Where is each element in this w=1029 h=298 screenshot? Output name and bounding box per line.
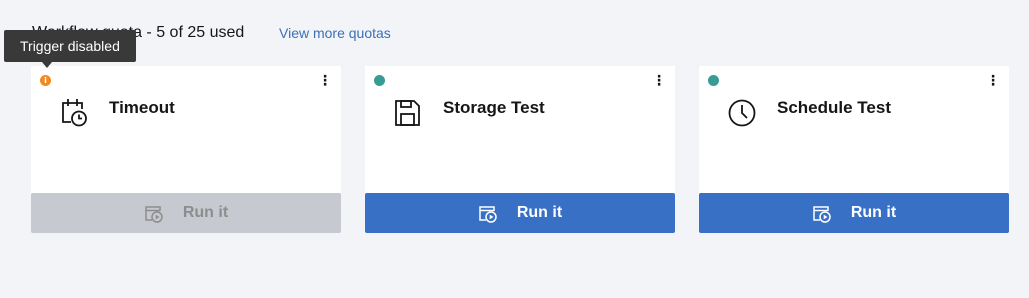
run-workflow-icon — [479, 206, 497, 223]
run-workflow-icon — [145, 206, 163, 223]
view-more-quotas-link[interactable]: View more quotas — [279, 25, 391, 41]
workflow-card-storage-test: ⋮ Storage Test Run it — [365, 66, 675, 233]
run-it-button[interactable]: Run it — [699, 193, 1009, 233]
run-it-label: Run it — [182, 204, 229, 221]
tooltip-text: Trigger disabled — [20, 38, 120, 54]
tooltip-caret — [42, 62, 52, 68]
run-it-button[interactable]: Run it — [365, 193, 675, 233]
card-body: ⋮ Schedule Test — [699, 66, 1009, 193]
status-glyph: i — [44, 75, 47, 85]
run-it-button[interactable]: Run it — [31, 193, 341, 233]
run-workflow-icon — [813, 206, 831, 223]
overflow-menu-icon[interactable]: ⋮ — [651, 72, 667, 90]
card-body: i ⋮ Timeout — [31, 66, 341, 193]
run-it-label: Run it — [850, 204, 897, 221]
card-body: ⋮ Storage Test — [365, 66, 675, 193]
workflow-card-schedule-test: ⋮ Schedule Test Run it — [699, 66, 1009, 233]
calendar-clock-icon — [62, 99, 87, 127]
overflow-menu-icon[interactable]: ⋮ — [317, 72, 333, 90]
tooltip: Trigger disabled — [4, 30, 136, 62]
workflow-card-timeout: i ⋮ Timeout Run it — [31, 66, 341, 233]
status-active-icon — [708, 75, 719, 86]
card-title: Timeout — [109, 98, 175, 117]
card-title: Storage Test — [443, 98, 545, 117]
clock-icon — [728, 99, 756, 127]
status-active-icon — [374, 75, 385, 86]
status-warning-icon[interactable]: i — [40, 75, 51, 86]
run-it-label: Run it — [516, 204, 563, 221]
card-title: Schedule Test — [777, 98, 891, 117]
save-icon — [395, 100, 420, 126]
overflow-menu-icon[interactable]: ⋮ — [985, 72, 1001, 90]
